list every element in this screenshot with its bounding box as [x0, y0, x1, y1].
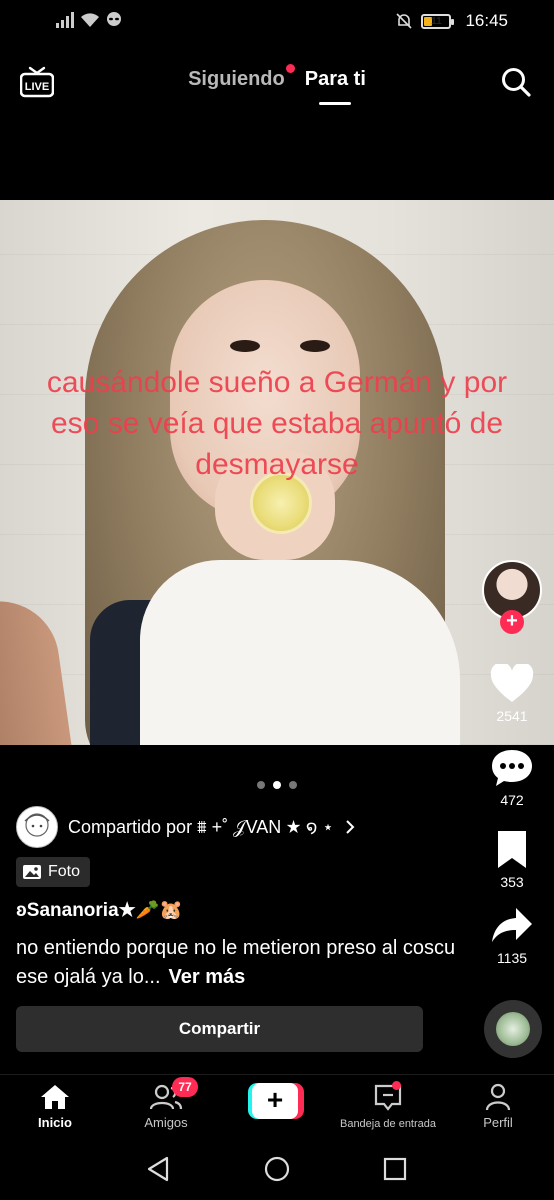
home-icon — [41, 1085, 69, 1109]
battery-level: 11 — [431, 15, 442, 27]
save-button[interactable]: 353 — [486, 830, 538, 890]
back-icon[interactable] — [146, 1156, 170, 1182]
share-button[interactable]: Compartir — [16, 1006, 423, 1052]
shared-by-row[interactable]: Compartido por ⩩ +˚ 𝒥VAN ★ ໑ ⋆ — [16, 806, 356, 848]
nav-friends[interactable]: Amigos 77 — [116, 1077, 216, 1130]
clock: 16:45 — [465, 11, 508, 30]
nav-profile-label: Perfil — [483, 1115, 513, 1130]
mute-bell-icon — [396, 13, 413, 29]
share-count: 1135 — [496, 950, 528, 966]
active-tab-indicator — [319, 102, 352, 105]
carousel-dot — [257, 781, 265, 789]
profile-icon — [485, 1083, 511, 1111]
tab-for-you[interactable]: Para ti — [304, 68, 366, 105]
comment-button[interactable]: 472 — [486, 748, 538, 808]
shared-by-text: Compartido por ⩩ +˚ 𝒥VAN ★ ໑ ⋆ — [68, 816, 334, 837]
home-circle-icon[interactable] — [264, 1156, 290, 1182]
create-button[interactable]: + — [248, 1083, 304, 1119]
author-name[interactable]: ʚSananoria★🥕🐹 — [16, 898, 183, 922]
alien-icon — [107, 12, 121, 26]
share-arrow-icon — [492, 908, 532, 942]
signal-icon — [56, 12, 74, 28]
tab-for-you-label: Para ti — [304, 68, 366, 90]
photo-badge: Foto — [16, 857, 91, 887]
tab-following[interactable]: Siguiendo — [188, 64, 295, 91]
carousel-dots — [0, 781, 554, 789]
caption[interactable]: no entiendo porque no le metieron preso … — [16, 934, 456, 992]
plus-icon: + — [252, 1083, 298, 1119]
creator-avatar[interactable]: + — [482, 560, 542, 634]
photo-shirt — [140, 560, 460, 745]
status-right: 11 16:45 — [395, 11, 508, 31]
like-count: 2541 — [496, 708, 528, 724]
photo-overlay-text: causándole sueño a Germán y por eso se v… — [46, 366, 508, 481]
see-more-link[interactable]: Ver más — [169, 966, 246, 988]
heart-icon — [490, 664, 534, 702]
carousel-dot — [289, 781, 297, 789]
chevron-right-icon — [345, 820, 355, 834]
search-icon[interactable] — [500, 66, 532, 98]
photo-badge-label: Foto — [48, 863, 81, 880]
like-button[interactable]: 2541 — [486, 664, 538, 724]
wifi-icon — [81, 13, 99, 27]
music-cover — [496, 1012, 530, 1046]
follow-button[interactable]: + — [500, 610, 524, 634]
system-nav — [0, 1140, 554, 1200]
sketch-avatar-icon — [24, 813, 50, 837]
save-count: 353 — [500, 874, 524, 890]
battery-icon: 11 — [421, 13, 455, 29]
bottom-nav: Inicio Amigos 77 + Bandeja de entrada Pe… — [0, 1074, 554, 1136]
nav-inbox[interactable]: Bandeja de entrada — [330, 1081, 446, 1130]
friends-badge: 77 — [172, 1077, 198, 1097]
nav-home[interactable]: Inicio — [5, 1083, 105, 1130]
carousel-dot-active — [273, 781, 281, 789]
inbox-notification-dot — [392, 1081, 401, 1090]
comment-count: 472 — [500, 792, 524, 808]
bookmark-icon — [498, 831, 526, 868]
notification-dot — [285, 64, 295, 73]
tab-following-label: Siguiendo — [188, 68, 285, 90]
recents-icon[interactable] — [383, 1156, 407, 1182]
nav-home-label: Inicio — [38, 1115, 72, 1130]
status-bar: 11 16:45 — [0, 0, 554, 44]
status-left — [56, 12, 122, 28]
top-nav: LIVE Siguiendo Para ti — [0, 56, 554, 112]
feed-tabs: Siguiendo Para ti — [0, 64, 554, 105]
nav-friends-label: Amigos — [144, 1115, 188, 1130]
nav-profile[interactable]: Perfil — [448, 1083, 548, 1130]
post-photo[interactable]: causándole sueño a Germán y por eso se v… — [0, 200, 554, 745]
share-rail-button[interactable]: 1135 — [486, 906, 538, 966]
nav-inbox-label: Bandeja de entrada — [339, 1118, 437, 1130]
sharer-avatar — [16, 806, 58, 848]
music-disc[interactable] — [484, 1000, 542, 1058]
image-icon — [23, 865, 41, 879]
